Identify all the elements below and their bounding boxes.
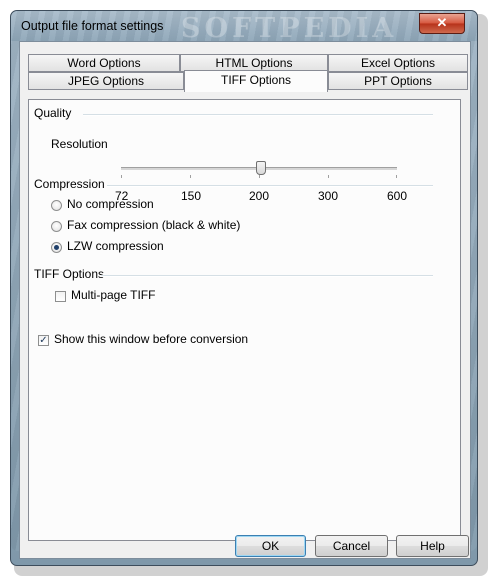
tab-word-options[interactable]: Word Options: [28, 54, 180, 72]
radio-lzw-compression[interactable]: [51, 242, 62, 253]
resolution-slider-thumb[interactable]: [256, 161, 266, 175]
tick-label-200: 200: [249, 189, 270, 203]
slider-tick: [259, 175, 260, 178]
compression-group-label: Compression: [34, 177, 105, 191]
fax-compression-label[interactable]: Fax compression (black & white): [67, 218, 240, 232]
tiff-options-group-label: TIFF Options: [34, 267, 105, 281]
compression-divider: [107, 185, 433, 187]
slider-tick: [396, 175, 397, 178]
cancel-button[interactable]: Cancel: [315, 535, 388, 557]
help-button[interactable]: Help: [396, 535, 469, 557]
lzw-compression-label[interactable]: LZW compression: [67, 239, 164, 253]
watermark: SOFTPEDIA: [181, 13, 398, 44]
radio-no-compression[interactable]: [51, 200, 62, 211]
check-icon: ✓: [39, 335, 48, 346]
tick-label-300: 300: [318, 189, 339, 203]
close-icon: ✕: [436, 15, 448, 30]
no-compression-label[interactable]: No compression: [67, 197, 154, 211]
dialog-window: SOFTPEDIA Output file format settings ✕ …: [10, 10, 478, 566]
tab-excel-options[interactable]: Excel Options: [328, 54, 468, 72]
show-window-label[interactable]: Show this window before conversion: [54, 332, 248, 346]
client-area: Word Options HTML Options Excel Options …: [19, 41, 471, 559]
multipage-tiff-label[interactable]: Multi-page TIFF: [71, 288, 155, 302]
title-bar[interactable]: SOFTPEDIA Output file format settings ✕: [11, 11, 477, 44]
multipage-tiff-checkbox[interactable]: [55, 291, 66, 302]
tiff-options-divider: [101, 275, 433, 277]
resolution-label: Resolution: [51, 137, 108, 151]
slider-tick: [121, 175, 122, 178]
tab-ppt-options[interactable]: PPT Options: [328, 72, 468, 90]
radio-fax-compression[interactable]: [51, 221, 62, 232]
quality-divider: [83, 114, 433, 116]
tiff-options-panel: Quality Resolution 72 150 200 300 600 Co…: [28, 99, 461, 541]
tab-jpeg-options[interactable]: JPEG Options: [28, 72, 184, 90]
close-button[interactable]: ✕: [419, 13, 465, 34]
show-window-checkbox[interactable]: ✓: [38, 335, 49, 346]
slider-tick: [328, 175, 329, 178]
slider-tick: [190, 175, 191, 178]
ok-button[interactable]: OK: [235, 535, 306, 557]
quality-group-label: Quality: [34, 106, 72, 120]
window-title: Output file format settings: [21, 19, 164, 33]
tab-tiff-options[interactable]: TIFF Options: [184, 70, 328, 92]
tick-label-150: 150: [181, 189, 202, 203]
tick-label-600: 600: [387, 189, 408, 203]
